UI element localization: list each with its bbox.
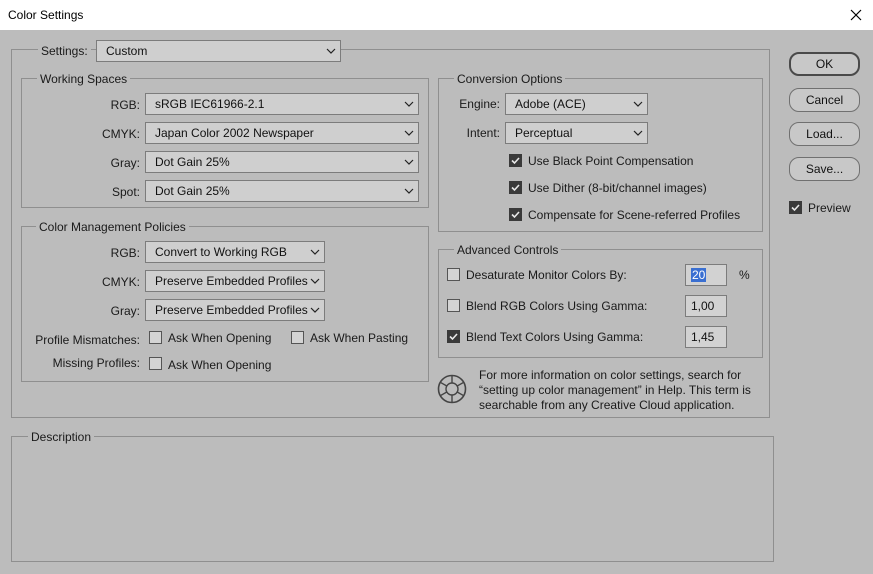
chevron-down-icon [633,130,643,136]
working-spaces-title: Working Spaces [37,72,131,86]
policy-cmyk-value: Preserve Embedded Profiles [155,274,308,288]
ask-when-opening-label: Ask When Opening [168,331,272,345]
engine-value: Adobe (ACE) [515,97,586,111]
profile-mismatches-label: Profile Mismatches: [35,333,140,347]
percent-unit: % [739,268,750,282]
ws-spot-value: Dot Gain 25% [155,184,230,198]
missing-ask-when-opening-label: Ask When Opening [168,358,272,372]
dither-label: Use Dither (8-bit/channel images) [528,181,707,195]
policy-gray-value: Preserve Embedded Profiles [155,303,308,317]
desaturate-label: Desaturate Monitor Colors By: [466,268,627,282]
blend-text-value: 1,45 [691,330,715,344]
info-line-2: “setting up color management” in Help. T… [479,383,751,397]
close-icon [850,9,862,21]
color-wheel-icon [437,374,467,404]
dialog-body: Settings: Custom Working Spaces RGB: sRG… [0,30,873,574]
description-title: Description [28,430,95,444]
blend-text-checkbox[interactable] [447,330,460,343]
blend-rgb-value: 1,00 [691,299,715,313]
black-point-checkbox[interactable] [509,154,522,167]
description-group [11,436,774,562]
blend-text-label: Blend Text Colors Using Gamma: [466,330,644,344]
close-button[interactable] [844,4,868,26]
chevron-down-icon [633,101,643,107]
ws-gray-label: Gray: [110,156,140,170]
ask-when-pasting-checkbox[interactable] [291,331,304,344]
ask-when-opening-checkbox[interactable] [149,331,162,344]
ws-gray-value: Dot Gain 25% [155,155,230,169]
ws-rgb-label: RGB: [110,98,140,112]
policy-rgb-value: Convert to Working RGB [155,245,287,259]
load-button[interactable]: Load... [789,122,860,146]
desaturate-checkbox[interactable] [447,268,460,281]
window-title: Color Settings [8,8,84,22]
save-button[interactable]: Save... [789,157,860,181]
chevron-down-icon [310,249,320,255]
checkmark-icon [791,204,800,212]
missing-ask-when-opening-checkbox[interactable] [149,357,162,370]
engine-select[interactable]: Adobe (ACE) [505,93,648,115]
policy-cmyk-label: CMYK: [101,275,140,289]
policy-cmyk-select[interactable]: Preserve Embedded Profiles [145,270,325,292]
chevron-down-icon [404,101,414,107]
intent-value: Perceptual [515,126,573,140]
blend-rgb-checkbox[interactable] [447,299,460,312]
blend-text-input[interactable]: 1,45 [685,326,727,348]
checkmark-icon [511,184,520,192]
preview-checkbox[interactable] [789,201,802,214]
conversion-title: Conversion Options [454,72,566,86]
dither-checkbox[interactable] [509,181,522,194]
chevron-down-icon [404,159,414,165]
policy-gray-select[interactable]: Preserve Embedded Profiles [145,299,325,321]
chevron-down-icon [310,278,320,284]
ask-when-pasting-label: Ask When Pasting [310,331,409,345]
scene-referred-label: Compensate for Scene-referred Profiles [528,208,741,222]
black-point-label: Use Black Point Compensation [528,154,694,168]
policy-rgb-label: RGB: [110,246,140,260]
chevron-down-icon [404,130,414,136]
settings-value: Custom [106,44,148,58]
info-line-1: For more information on color settings, … [479,368,742,382]
advanced-title: Advanced Controls [454,243,562,257]
ws-rgb-value: sRGB IEC61966-2.1 [155,97,265,111]
chevron-down-icon [404,188,414,194]
ws-cmyk-label: CMYK: [101,127,140,141]
checkmark-icon [449,333,458,341]
desaturate-input[interactable]: 20 [685,264,727,286]
checkmark-icon [511,211,520,219]
intent-select[interactable]: Perceptual [505,122,648,144]
chevron-down-icon [326,48,336,54]
policy-rgb-select[interactable]: Convert to Working RGB [145,241,325,263]
chevron-down-icon [310,307,320,313]
cancel-button[interactable]: Cancel [789,88,860,112]
ws-spot-label: Spot: [111,185,140,199]
policies-title: Color Management Policies [36,220,189,234]
title-bar: Color Settings [0,0,873,30]
policy-gray-label: Gray: [110,304,140,318]
ws-cmyk-select[interactable]: Japan Color 2002 Newspaper [145,122,419,144]
desaturate-value: 20 [691,268,707,282]
ws-gray-select[interactable]: Dot Gain 25% [145,151,419,173]
engine-label: Engine: [459,97,500,111]
ws-spot-select[interactable]: Dot Gain 25% [145,180,419,202]
settings-label: Settings: [38,44,91,58]
checkmark-icon [511,157,520,165]
preview-label: Preview [808,201,851,215]
intent-label: Intent: [466,126,500,140]
blend-rgb-input[interactable]: 1,00 [685,295,727,317]
ok-button[interactable]: OK [789,52,860,76]
ws-cmyk-value: Japan Color 2002 Newspaper [155,126,314,140]
scene-referred-checkbox[interactable] [509,208,522,221]
blend-rgb-label: Blend RGB Colors Using Gamma: [466,299,648,313]
info-line-3: searchable from any Creative Cloud appli… [479,398,735,412]
settings-select[interactable]: Custom [96,40,341,62]
ws-rgb-select[interactable]: sRGB IEC61966-2.1 [145,93,419,115]
missing-profiles-label: Missing Profiles: [52,356,140,370]
